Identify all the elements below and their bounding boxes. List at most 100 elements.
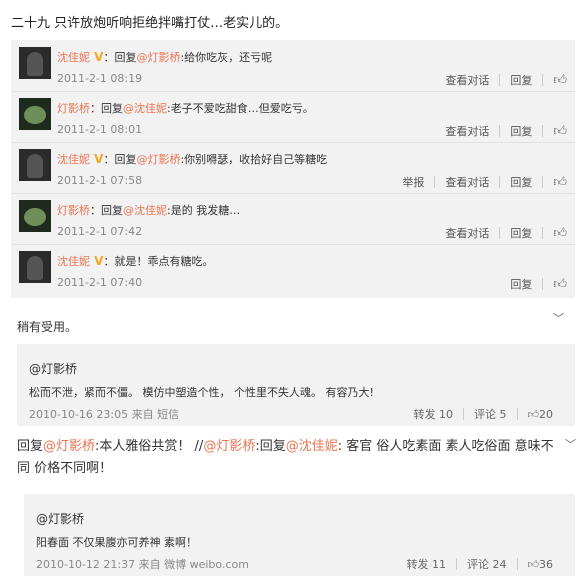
message-line: 沈佳妮 V：回复@灯影桥:给你吃灰，还亏呢 bbox=[57, 49, 272, 65]
conversation-thread: 沈佳妮 V：回复@灯影桥:给你吃灰，还亏呢 2011-2-1 08:19 查看对话回… bbox=[11, 40, 575, 298]
divider bbox=[11, 142, 575, 143]
mention-link[interactable]: @沈佳妮 bbox=[123, 204, 167, 217]
mention-link[interactable]: @灯影桥 bbox=[43, 439, 95, 454]
avatar[interactable] bbox=[19, 149, 51, 181]
reply-button[interactable]: 回复 bbox=[500, 174, 542, 190]
timestamp[interactable]: 2011-2-1 08:19 bbox=[57, 72, 142, 85]
verified-v-icon: V bbox=[90, 152, 104, 166]
chevron-down-icon[interactable]: ﹀ bbox=[565, 436, 576, 452]
reply-button[interactable]: 回复 bbox=[500, 72, 542, 88]
thumbs-up-icon[interactable]: 👍︎ bbox=[543, 175, 567, 190]
message-text: :老子不爱吃甜食…但爱吃亏。 bbox=[167, 102, 314, 115]
comment-button[interactable]: 评论 24 bbox=[457, 556, 517, 572]
conversation-item: 灯影桥：回复@沈佳妮:是的 我发糖… 2011-2-1 07:42 查看对话 回复 👍︎ bbox=[11, 193, 575, 244]
username-link[interactable]: 沈佳妮 bbox=[57, 51, 90, 64]
mention-link[interactable]: @灯影桥 bbox=[136, 153, 180, 166]
quote-user[interactable]: @灯影桥 bbox=[29, 360, 77, 377]
message-line: 沈佳妮 V：就是！乖点有糖吃。 bbox=[57, 253, 213, 269]
reply-prefix: ：回复 bbox=[90, 204, 123, 217]
message-line: 灯影桥：回复@沈佳妮:是的 我发糖… bbox=[57, 202, 240, 218]
chevron-down-icon[interactable]: ﹀ bbox=[553, 310, 564, 326]
avatar-figure bbox=[27, 154, 43, 178]
reply-prefix: ： bbox=[103, 255, 115, 268]
timestamp[interactable]: 2011-2-1 07:40 bbox=[57, 276, 142, 289]
avatar-figure bbox=[24, 106, 46, 124]
quote-meta: 2010-10-12 21:37 来自 微博 weibo.com bbox=[36, 558, 249, 571]
thumbs-up-icon[interactable]: 👍︎ bbox=[543, 226, 567, 241]
conversation-item: 沈佳妮 V：就是！乖点有糖吃。 2011-2-1 07:40 回复 👍︎ bbox=[11, 244, 575, 295]
mention-link[interactable]: @沈佳妮 bbox=[286, 439, 338, 454]
comment-text-1: 稍有受用。 bbox=[17, 320, 78, 334]
quoted-weibo-1[interactable]: @灯影桥 松而不泄，紧而不僵。 模仿中塑造个性， 个性里不失人魂。 有容乃大! … bbox=[17, 344, 575, 426]
username-link[interactable]: 灯影桥 bbox=[57, 102, 90, 115]
message-text: 就是！乖点有糖吃。 bbox=[114, 255, 214, 268]
like-button[interactable]: 👍︎20 bbox=[518, 408, 564, 421]
message-actions: 查看对话 回复 👍︎ bbox=[435, 72, 567, 88]
verified-v-icon: V bbox=[90, 254, 104, 268]
timestamp[interactable]: 2011-2-1 07:42 bbox=[57, 225, 142, 238]
view-conversation-button[interactable]: 查看对话 bbox=[435, 123, 499, 139]
conversation-item: 沈佳妮 V：回复@灯影桥:给你吃灰，还亏呢 2011-2-1 08:19 查看对话回… bbox=[11, 40, 575, 91]
view-conversation-button[interactable]: 查看对话 bbox=[435, 174, 499, 190]
verified-v-icon: V bbox=[90, 50, 104, 64]
comment-text-segment: :本人雅俗共赏！ // bbox=[95, 439, 204, 454]
message-text: :是的 我发糖… bbox=[167, 204, 241, 217]
quote-user[interactable]: @灯影桥 bbox=[36, 510, 84, 527]
message-text: :给你吃灰，还亏呢 bbox=[180, 51, 273, 64]
repost-button[interactable]: 转发 10 bbox=[404, 406, 464, 422]
timestamp[interactable]: 2011-2-1 08:01 bbox=[57, 123, 142, 136]
repost-button[interactable]: 转发 11 bbox=[397, 556, 457, 572]
avatar[interactable] bbox=[19, 251, 51, 283]
quote-meta: 2010-10-16 23:05 来自 短信 bbox=[29, 408, 180, 421]
reply-button[interactable]: 回复 bbox=[500, 276, 542, 292]
reply-prefix: ：回复 bbox=[103, 153, 137, 166]
avatar[interactable] bbox=[19, 98, 51, 130]
view-conversation-button[interactable]: 查看对话 bbox=[435, 225, 499, 241]
username-link[interactable]: 灯影桥 bbox=[57, 204, 90, 217]
post-title: 二十九 只许放炮听响拒绝拌嘴打仗…老实儿的。 bbox=[11, 16, 289, 31]
avatar[interactable] bbox=[19, 200, 51, 232]
reply-prefix: ：回复 bbox=[103, 51, 137, 64]
view-conversation-button[interactable]: 查看对话 bbox=[435, 72, 499, 88]
mention-link[interactable]: @灯影桥 bbox=[203, 439, 255, 454]
comment-text-segment: :回复 bbox=[255, 439, 286, 454]
comment-text-2: 回复@灯影桥:本人雅俗共赏！ //@灯影桥:回复@沈佳妮: 客官 俗人吃素面 素… bbox=[17, 436, 565, 480]
username-link[interactable]: 沈佳妮 bbox=[57, 255, 90, 268]
timestamp[interactable]: 2011-2-1 07:58 bbox=[57, 174, 142, 187]
reply-button[interactable]: 回复 bbox=[500, 225, 542, 241]
mention-link[interactable]: @灯影桥 bbox=[136, 51, 180, 64]
report-button[interactable]: 举报 bbox=[392, 174, 434, 190]
like-count: 36 bbox=[539, 557, 553, 571]
like-count: 20 bbox=[539, 407, 553, 421]
quote-actions: 转发 10 评论 5 👍︎20 bbox=[404, 406, 564, 422]
quote-text: 阳春面 不仅果腹亦可养神 素啊！ bbox=[36, 536, 197, 549]
reply-prefix: ：回复 bbox=[90, 102, 123, 115]
username-link[interactable]: 沈佳妮 bbox=[57, 153, 90, 166]
divider bbox=[11, 244, 575, 245]
divider bbox=[11, 91, 575, 92]
message-text: :你别嘚瑟，收拾好自己等糖吃 bbox=[180, 153, 328, 166]
comment-button[interactable]: 评论 5 bbox=[464, 406, 517, 422]
thumbs-up-icon[interactable]: 👍︎ bbox=[543, 277, 567, 292]
comment-text-segment: 回复 bbox=[17, 439, 44, 454]
mention-link[interactable]: @沈佳妮 bbox=[123, 102, 167, 115]
message-actions: 回复 👍︎ bbox=[500, 276, 567, 292]
avatar-figure bbox=[24, 208, 46, 226]
thumbs-up-icon: 👍︎ bbox=[527, 557, 540, 571]
quote-text: 松而不泄，紧而不僵。 模仿中塑造个性， 个性里不失人魂。 有容乃大! bbox=[29, 386, 374, 399]
avatar[interactable] bbox=[19, 47, 51, 79]
message-actions: 举报 查看对话 回复 👍︎ bbox=[392, 174, 567, 190]
reply-button[interactable]: 回复 bbox=[500, 123, 542, 139]
quoted-weibo-2[interactable]: @灯影桥 阳春面 不仅果腹亦可养神 素啊！ 2010-10-12 21:37 来… bbox=[24, 494, 575, 576]
thumbs-up-icon: 👍︎ bbox=[527, 407, 540, 421]
thumbs-up-icon[interactable]: 👍︎ bbox=[543, 124, 567, 139]
like-button[interactable]: 👍︎36 bbox=[518, 558, 564, 571]
thumbs-up-icon[interactable]: 👍︎ bbox=[543, 73, 567, 88]
conversation-item: 沈佳妮 V：回复@灯影桥:你别嘚瑟，收拾好自己等糖吃 2011-2-1 07:58… bbox=[11, 142, 575, 193]
message-line: 灯影桥：回复@沈佳妮:老子不爱吃甜食…但爱吃亏。 bbox=[57, 100, 314, 116]
avatar-figure bbox=[27, 52, 43, 76]
quote-actions: 转发 11 评论 24 👍︎36 bbox=[397, 556, 564, 572]
avatar-figure bbox=[27, 256, 43, 280]
message-actions: 查看对话 回复 👍︎ bbox=[435, 123, 567, 139]
message-line: 沈佳妮 V：回复@灯影桥:你别嘚瑟，收拾好自己等糖吃 bbox=[57, 151, 327, 167]
